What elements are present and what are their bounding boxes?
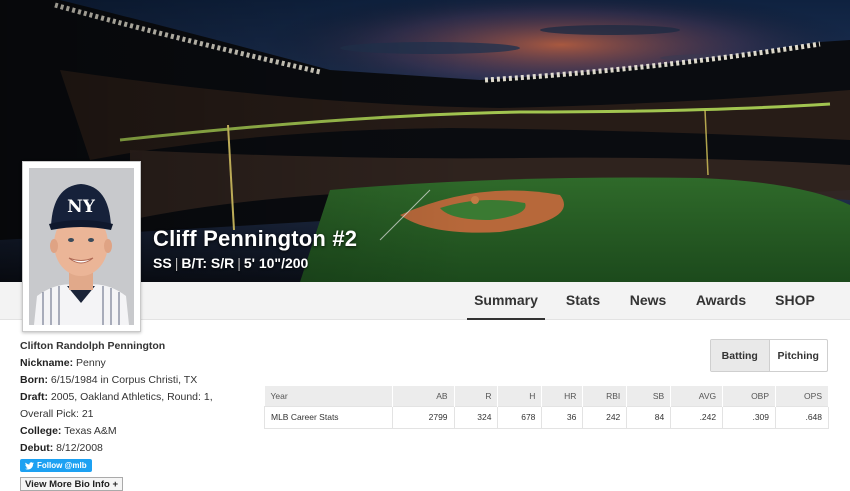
bio-born: Born: 6/15/1984 in Corpus Christi, TX — [20, 372, 245, 389]
col-rbi: RBI — [582, 386, 628, 406]
career-stats-table: Year AB R H HR RBI SB AVG OBP OPS MLB Ca… — [264, 386, 829, 429]
bio-debut-label: Debut: — [20, 442, 54, 454]
player-bats-throws: B/T: S/R — [181, 255, 235, 271]
pitching-toggle[interactable]: Pitching — [770, 340, 828, 371]
cell-ops: .648 — [775, 405, 829, 429]
bio-nickname-label: Nickname: — [20, 357, 74, 369]
bio-college: College: Texas A&M — [20, 423, 245, 440]
col-year: Year — [264, 386, 393, 406]
col-sb: SB — [626, 386, 672, 406]
twitter-bird-icon — [25, 461, 34, 470]
bio-draft-value: 2005, Oakland Athletics, Round: 1, Overa… — [20, 391, 213, 420]
bio-full-name: Clifton Randolph Pennington — [20, 340, 166, 352]
bio-college-label: College: — [20, 425, 62, 437]
cell-ab: 2799 — [391, 405, 455, 429]
bio-born-label: Born: — [20, 374, 48, 386]
tab-shop[interactable]: SHOP — [769, 282, 821, 320]
col-hr: HR — [541, 386, 584, 406]
tab-summary[interactable]: Summary — [467, 282, 545, 320]
bio-college-value: Texas A&M — [64, 425, 117, 437]
view-more-bio-button[interactable]: View More Bio Info + — [20, 477, 123, 491]
twitter-follow-button[interactable]: Follow @mlb — [20, 459, 92, 472]
table-header-row: Year AB R H HR RBI SB AVG OBP OPS — [264, 386, 829, 406]
player-name: Cliff Pennington #2 — [153, 226, 358, 251]
cell-h: 678 — [497, 405, 543, 429]
tab-news[interactable]: News — [624, 282, 672, 320]
col-r: R — [454, 386, 499, 406]
batting-toggle[interactable]: Batting — [711, 340, 770, 371]
player-photo: NY — [29, 168, 134, 325]
cell-obp: .309 — [722, 405, 777, 429]
cap-logo: NY — [67, 197, 96, 217]
table-row: MLB Career Stats 2799 324 678 36 242 84 … — [264, 405, 829, 429]
player-position: SS — [153, 255, 172, 271]
bio-born-value: 6/15/1984 in Corpus Christi, TX — [50, 374, 198, 386]
col-ops: OPS — [775, 386, 829, 406]
stat-type-toggle: Batting Pitching — [710, 339, 828, 372]
col-ab: AB — [392, 386, 455, 406]
bio-debut: Debut: 8/12/2008 — [20, 440, 245, 457]
tab-awards[interactable]: Awards — [690, 282, 752, 320]
col-avg: AVG — [670, 386, 724, 406]
meta-separator: | — [174, 255, 179, 271]
cell-avg: .242 — [670, 405, 724, 429]
player-height-weight: 5' 10"/200 — [243, 255, 309, 271]
col-obp: OBP — [722, 386, 777, 406]
headshot-image: NY — [29, 168, 134, 325]
cell-r: 324 — [453, 405, 499, 429]
cell-year: MLB Career Stats — [264, 405, 393, 429]
bio-nickname: Nickname: Penny — [20, 355, 245, 372]
cell-rbi: 242 — [582, 405, 628, 429]
cell-hr: 36 — [541, 405, 584, 429]
player-meta: SS | B/T: S/R | 5' 10"/200 — [153, 255, 308, 271]
bio-draft-label: Draft: — [20, 391, 48, 403]
bio-debut-value: 8/12/2008 — [56, 442, 103, 454]
tab-stats[interactable]: Stats — [560, 282, 606, 320]
player-headshot: NY — [22, 161, 141, 332]
meta-separator: | — [237, 255, 241, 271]
bio-draft: Draft: 2005, Oakland Athletics, Round: 1… — [20, 389, 245, 423]
twitter-follow-label: Follow @mlb — [37, 461, 87, 470]
cell-sb: 84 — [626, 405, 672, 429]
col-h: H — [497, 386, 543, 406]
bio-nickname-value: Penny — [76, 357, 106, 369]
player-bio: Clifton Randolph Pennington Nickname: Pe… — [20, 338, 245, 476]
